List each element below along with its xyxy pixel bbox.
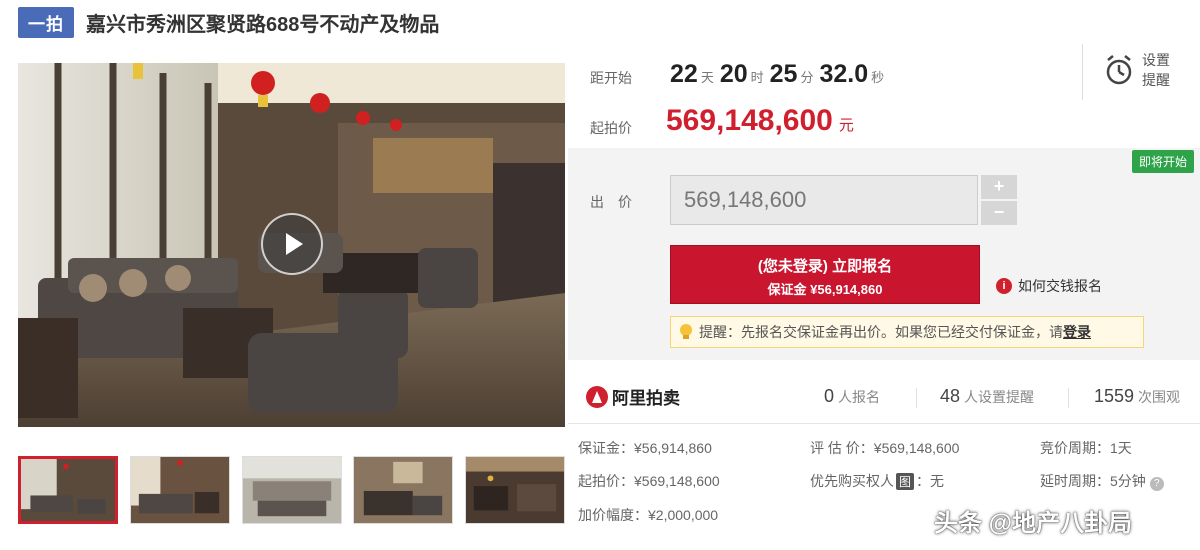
ali-auction-logo: 阿里拍卖: [586, 384, 680, 409]
countdown-days-unit: 天: [700, 70, 714, 85]
start-price-info: 起拍价：¥569,148,600: [578, 473, 720, 489]
deposit-info: 保证金：¥56,914,860: [578, 440, 712, 456]
delay-cycle-label: 延时周期：5分钟: [1040, 473, 1146, 489]
increment-info: 加价幅度：¥2,000,000: [578, 507, 719, 523]
thumbnail-strip: [18, 456, 565, 524]
watermark: 头条 @地产八卦局: [934, 510, 1133, 537]
view-count-value: 1559: [1094, 386, 1135, 406]
thumbnail-image: [354, 457, 453, 523]
thumbnail-5[interactable]: [465, 456, 565, 524]
bid-stepper: + −: [981, 175, 1017, 225]
delay-cycle-info: 延时周期：5分钟?: [1040, 471, 1164, 491]
bid-panel: 即将开始 出价 + − (您未登录) 立即报名 保证金 ¥56,914,860 …: [568, 148, 1200, 360]
countdown-days: 22: [670, 60, 698, 88]
view-count-label: 次围观: [1138, 389, 1181, 405]
countdown-seconds: 32.0: [819, 60, 869, 88]
set-reminder-label: 设置提醒: [1142, 52, 1170, 88]
play-icon: [286, 233, 303, 255]
appraisal-info: 评 估 价：¥569,148,600: [810, 440, 960, 456]
signup-count-value: 0: [824, 386, 835, 406]
countdown: 22 天 20 时 25 分 32.0 秒: [670, 60, 890, 89]
signup-button[interactable]: (您未登录) 立即报名 保证金 ¥56,914,860: [670, 245, 980, 304]
login-link[interactable]: 登录: [1063, 322, 1091, 342]
signup-button-label: (您未登录) 立即报名: [757, 258, 893, 275]
page-title: 嘉兴市秀洲区聚贤路688号不动产及物品: [86, 13, 440, 36]
bid-label: 出价: [590, 194, 646, 210]
thumbnail-2[interactable]: [129, 456, 230, 524]
remind-count-value: 48: [940, 386, 961, 406]
start-price-unit: 元: [838, 117, 854, 134]
set-reminder-button[interactable]: 设置提醒: [1104, 50, 1176, 90]
help-icon[interactable]: ?: [1149, 477, 1164, 491]
remind-count-label: 人设置提醒: [964, 389, 1035, 405]
thumbnail-3[interactable]: [241, 456, 342, 524]
stats-bar: 阿里拍卖 0 人报名 48 人设置提醒 1559 次围观: [568, 372, 1200, 424]
countdown-seconds-unit: 秒: [871, 70, 885, 85]
status-badge: 即将开始: [1131, 150, 1194, 173]
signup-deposit-label: 保证金 ¥56,914,860: [767, 282, 883, 297]
priority-buyer-value: ：无: [916, 473, 945, 489]
countdown-minutes: 25: [769, 60, 798, 88]
priority-buyer-label: 优先购买权人: [810, 473, 894, 489]
view-count: 1559 次围观: [1094, 386, 1180, 407]
bid-amount-input[interactable]: [670, 175, 978, 225]
ali-auction-logo-icon: [586, 385, 608, 408]
increase-bid-button[interactable]: +: [981, 175, 1017, 199]
tip-text: 提醒：先报名交保证金再出价。如果您已经交付保证金，请: [699, 324, 1063, 340]
auction-round-badge: 一拍: [18, 6, 74, 38]
main-photo[interactable]: [18, 63, 565, 427]
countdown-hours: 20: [719, 60, 748, 88]
thumbnail-1[interactable]: [18, 456, 118, 524]
lightbulb-icon: [680, 324, 692, 339]
how-to-signup-label: 如何交钱报名: [1018, 278, 1102, 294]
bidding-cycle-info: 竞价周期：1天: [1040, 440, 1132, 456]
divider: [916, 388, 917, 408]
priority-badge: 图: [896, 473, 915, 490]
thumbnail-image: [242, 457, 341, 523]
title-bar: 一拍 嘉兴市秀洲区聚贤路688号不动产及物品: [18, 6, 440, 38]
priority-buyer-info: 优先购买权人图：无: [810, 471, 944, 491]
login-tip: 提醒：先报名交保证金再出价。如果您已经交付保证金，请 登录: [670, 316, 1144, 348]
auction-info: 距开始 22 天 20 时 25 分 32.0 秒 起拍价 569,148,60…: [568, 40, 1200, 148]
thumbnail-4[interactable]: [353, 456, 454, 524]
start-price: 569,148,600 元: [666, 104, 854, 138]
signup-count: 0 人报名: [824, 386, 880, 407]
divider: [1068, 388, 1069, 408]
decrease-bid-button[interactable]: −: [981, 201, 1017, 225]
thumbnail-image: [21, 459, 115, 521]
divider: [1082, 44, 1083, 100]
how-to-signup-link[interactable]: i 如何交钱报名: [996, 276, 1102, 296]
start-price-label: 起拍价: [590, 120, 632, 136]
info-icon: i: [996, 278, 1012, 294]
signup-count-label: 人报名: [838, 389, 881, 405]
thumbnail-image: [130, 457, 229, 523]
alarm-clock-icon: [1106, 55, 1132, 85]
countdown-hours-unit: 时: [750, 70, 764, 85]
brand-name: 阿里拍卖: [612, 389, 680, 408]
play-video-button[interactable]: [261, 213, 323, 275]
thumbnail-image: [466, 457, 564, 523]
countdown-minutes-unit: 分: [800, 70, 814, 85]
start-price-value: 569,148,600: [666, 104, 833, 137]
remind-count: 48 人设置提醒: [940, 386, 1034, 407]
countdown-label: 距开始: [590, 70, 632, 86]
